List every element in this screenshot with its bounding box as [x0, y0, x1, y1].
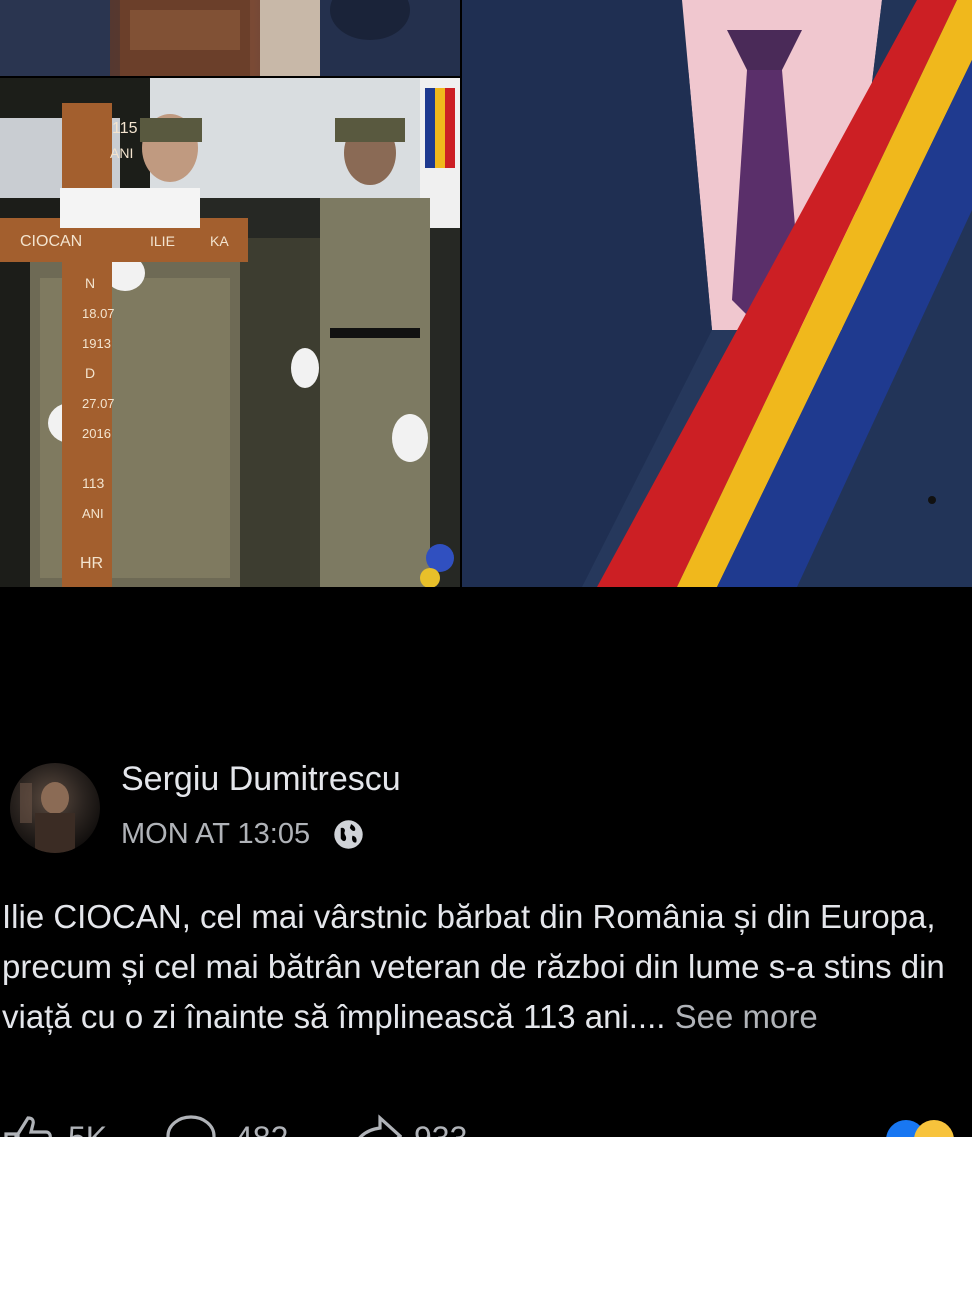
cross-inscription-13: ANI	[82, 506, 104, 521]
action-row: 5K 482 933	[0, 1112, 972, 1137]
cross-inscription-3: CIOCAN	[20, 233, 82, 250]
post-photo-portrait[interactable]	[462, 0, 972, 587]
post-body: Ilie CIOCAN, cel mai vârstnic bărbat din…	[2, 892, 962, 1042]
like-button[interactable]: 5K	[2, 1112, 112, 1137]
share-icon	[358, 1114, 402, 1137]
haha-reaction-icon	[914, 1120, 954, 1137]
cross-inscription-12: 113	[82, 475, 105, 491]
post-photo-funeral[interactable]: 115 ANI CIOCAN ILIE KA N 18.07 1913 D 27…	[0, 78, 460, 587]
cross-inscription-6: N	[85, 275, 95, 291]
share-count: 933	[414, 1120, 467, 1137]
crowd-image-icon	[0, 0, 460, 76]
portrait-image-icon	[462, 0, 972, 587]
funeral-image-icon: 115 ANI CIOCAN ILIE KA N 18.07 1913 D 27…	[0, 78, 460, 587]
thumbs-up-icon	[4, 1116, 52, 1137]
blank-area	[0, 1137, 972, 1297]
comment-count: 482	[235, 1120, 288, 1137]
cross-inscription-9: D	[85, 365, 95, 381]
comment-icon	[166, 1115, 216, 1137]
cross-inscription-8: 1913	[82, 336, 111, 351]
app-screen: 115 ANI CIOCAN ILIE KA N 18.07 1913 D 27…	[0, 0, 972, 1137]
post-photo-top-left[interactable]	[0, 0, 460, 76]
cross-inscription-4: ILIE	[150, 233, 175, 249]
comment-button[interactable]: 482	[165, 1112, 295, 1137]
cross-inscription-7: 18.07	[82, 306, 115, 321]
share-button[interactable]: 933	[350, 1112, 480, 1137]
reactions-icon[interactable]	[886, 1120, 970, 1137]
avatar-image-icon	[20, 782, 75, 853]
cross-inscription-10: 27.07	[82, 396, 115, 411]
post-timestamp[interactable]: MON AT 13:05	[121, 818, 310, 851]
cross-inscription-5: KA	[210, 233, 229, 249]
cross-inscription-2: ANI	[110, 145, 133, 161]
like-count: 5K	[68, 1120, 107, 1137]
cross-inscription-11: 2016	[82, 426, 111, 441]
author-name[interactable]: Sergiu Dumitrescu	[121, 760, 401, 799]
cross-inscription-1: 115	[112, 120, 138, 137]
see-more-link[interactable]: See more	[675, 998, 818, 1035]
avatar[interactable]	[10, 763, 100, 853]
cross-inscription-14: HR	[80, 555, 103, 572]
globe-icon	[333, 819, 364, 850]
